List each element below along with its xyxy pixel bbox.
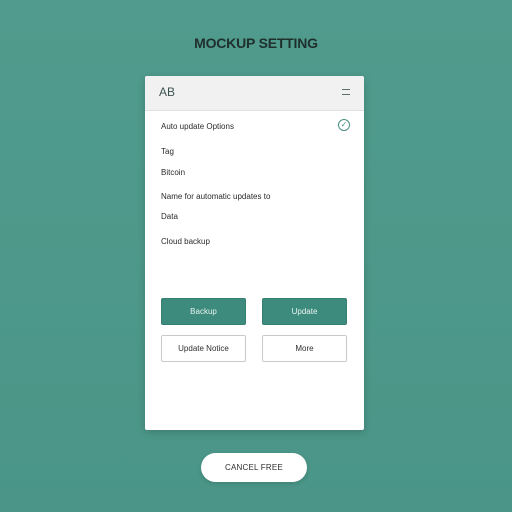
setting-row-cloud-backup-label: Cloud backup xyxy=(161,237,210,246)
setting-row-automatic-updates[interactable]: Name for automatic updates to xyxy=(161,192,270,201)
setting-row-bitcoin[interactable]: Bitcoin xyxy=(161,168,185,177)
setting-row-tag[interactable]: Tag xyxy=(161,147,174,156)
setting-row-tag-label: Tag xyxy=(161,147,174,156)
card-header: AB xyxy=(145,76,364,111)
setting-row-automatic-updates-label: Name for automatic updates to xyxy=(161,192,271,201)
mobile-settings-page: MOCKUP SETTING AB Auto update Options ✓ … xyxy=(0,0,512,512)
setting-row-auto-update[interactable]: Auto update Options xyxy=(161,122,234,131)
menu-icon[interactable] xyxy=(342,89,350,95)
backup-button[interactable]: Backup xyxy=(161,298,246,325)
setting-row-cloud-backup[interactable]: Cloud backup xyxy=(161,237,210,246)
page-title: MOCKUP SETTING xyxy=(194,35,318,51)
update-button[interactable]: Update xyxy=(262,298,347,325)
update-notice-button[interactable]: Update Notice xyxy=(161,335,246,362)
check-circle-icon[interactable]: ✓ xyxy=(338,119,350,131)
setting-row-data[interactable]: Data xyxy=(161,212,178,221)
card-header-title: AB xyxy=(159,85,176,99)
setting-row-data-label: Data xyxy=(161,212,178,221)
more-button[interactable]: More xyxy=(262,335,347,362)
setting-row-auto-update-label: Auto update Options xyxy=(161,122,234,131)
setting-row-bitcoin-label: Bitcoin xyxy=(161,168,186,177)
settings-card: AB Auto update Options ✓ Tag Bitcoin Nam… xyxy=(145,76,364,430)
cancel-free-button[interactable]: CANCEL FREE xyxy=(201,453,307,482)
